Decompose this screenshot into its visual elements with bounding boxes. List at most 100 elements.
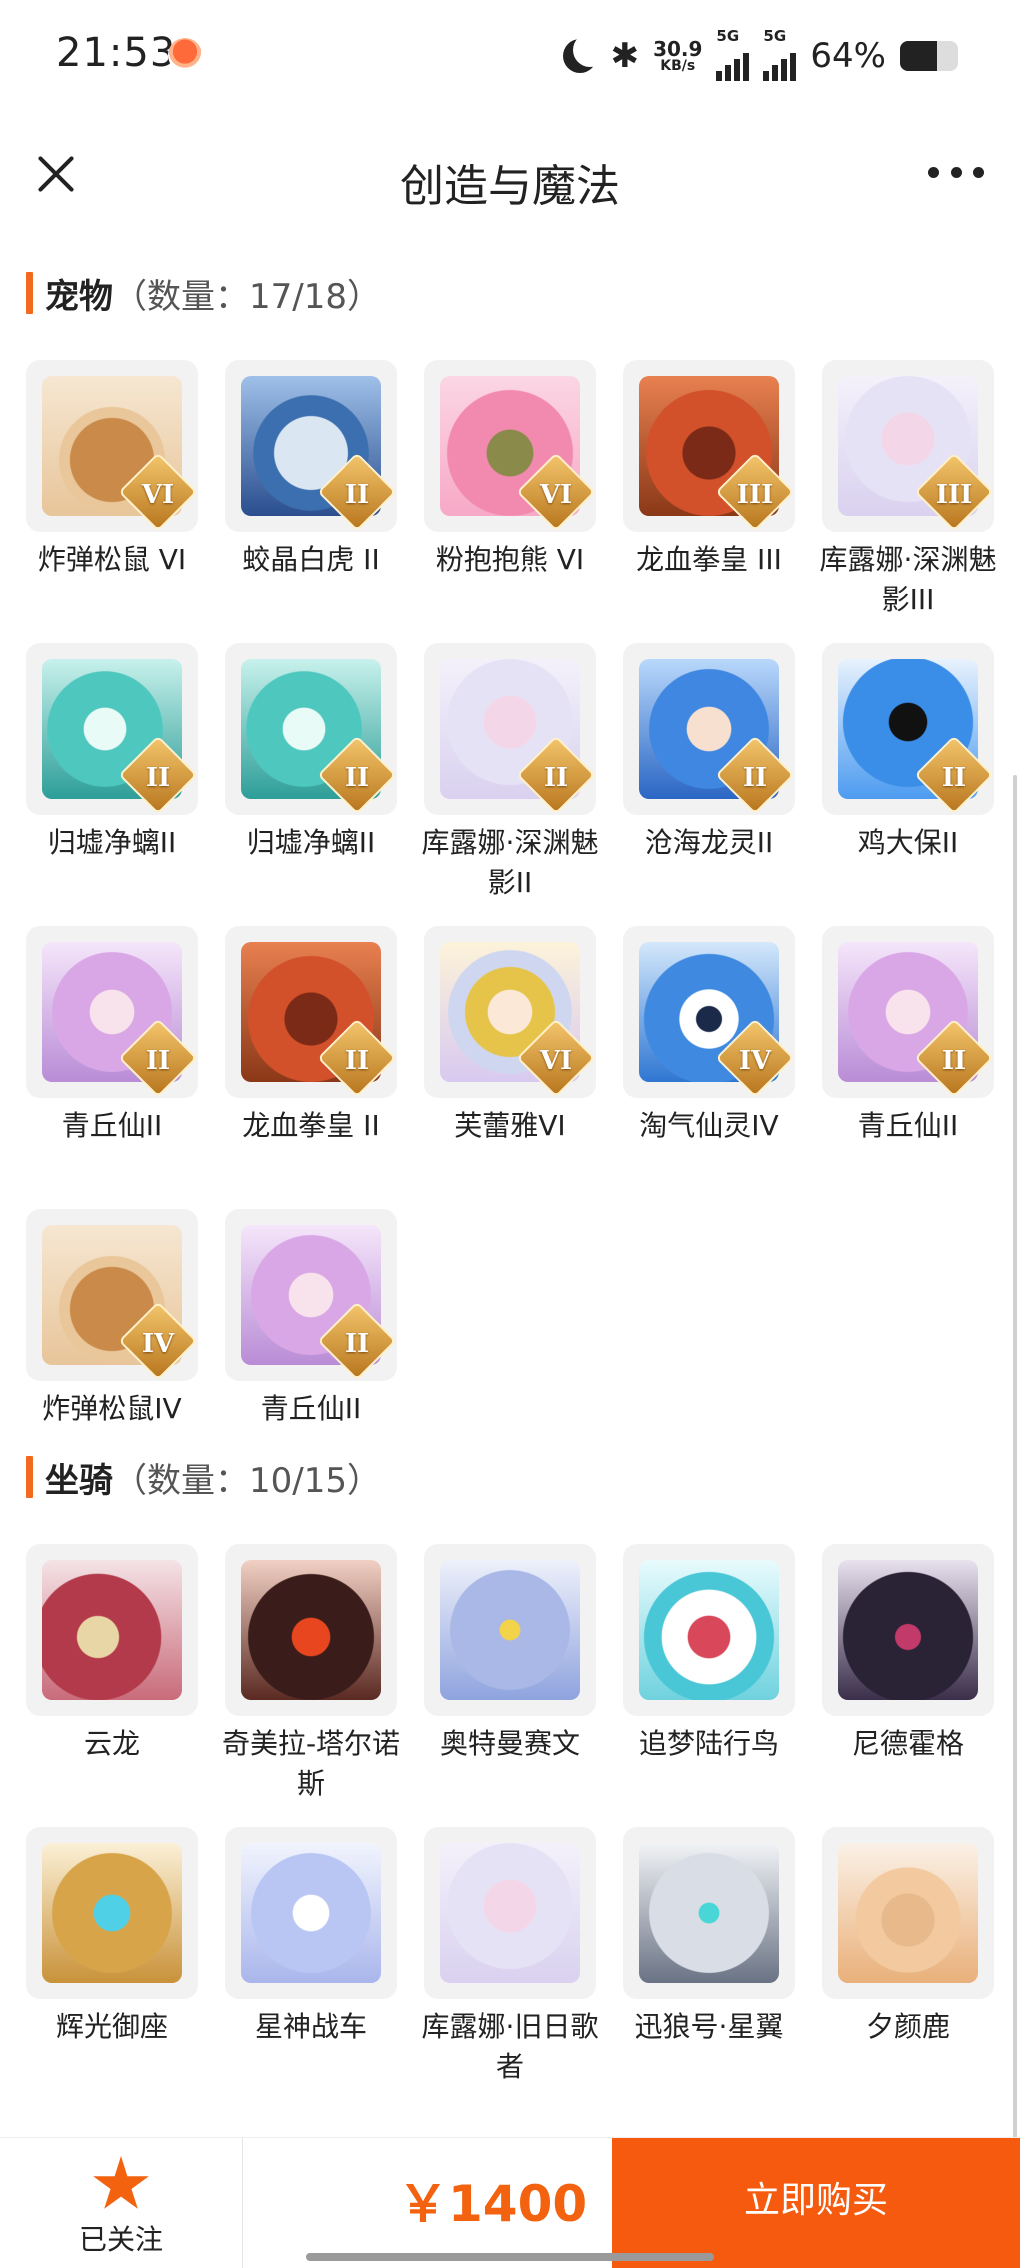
- pet-card[interactable]: VI 粉抱抱熊 VI: [424, 360, 596, 580]
- mount-thumbnail: [822, 1544, 994, 1716]
- mount-card[interactable]: 迅狼号·星翼: [623, 1827, 795, 2047]
- pet-name: 青丘仙II: [61, 1109, 163, 1142]
- mount-card[interactable]: 星神战车: [225, 1827, 397, 2047]
- pet-thumbnail: II: [225, 360, 397, 532]
- price: ￥1400: [398, 2175, 588, 2233]
- pet-card[interactable]: IV 炸弹松鼠IV: [26, 1209, 198, 1429]
- more-icon[interactable]: [928, 162, 984, 182]
- mount-card[interactable]: 夕颜鹿: [822, 1827, 994, 2047]
- pet-name: 炸弹松鼠 VI: [37, 543, 187, 576]
- pet-card[interactable]: II 蛟晶白虎 II: [225, 360, 397, 580]
- pet-card[interactable]: II 鸡大保II: [822, 643, 994, 863]
- pet-thumbnail: II: [26, 643, 198, 815]
- pet-name: 库露娜·深渊魅影II: [421, 826, 599, 899]
- pet-thumbnail: II: [822, 926, 994, 1098]
- tier-badge-text: IV: [141, 1329, 175, 1359]
- mount-card[interactable]: 追梦陆行鸟: [623, 1544, 795, 1764]
- buy-now-button[interactable]: 立即购买: [612, 2138, 1020, 2268]
- section-count: （数量：17/18）: [113, 276, 381, 317]
- mount-thumbnail: [424, 1827, 596, 1999]
- tier-badge-text: II: [344, 1046, 370, 1076]
- pet-card[interactable]: II 青丘仙II: [225, 1209, 397, 1429]
- mount-image: [838, 1843, 978, 1983]
- pet-name: 库露娜·深渊魅影III: [819, 543, 997, 616]
- tier-badge-text: II: [941, 763, 967, 793]
- section-title: 宠物: [45, 276, 113, 317]
- mount-card[interactable]: 库露娜·旧日歌者: [422, 1827, 598, 2087]
- star-icon: [93, 2156, 149, 2209]
- pet-thumbnail: II: [225, 1209, 397, 1381]
- pet-thumbnail: II: [26, 926, 198, 1098]
- tier-badge-text: II: [344, 1329, 370, 1359]
- mount-card[interactable]: 尼德霍格: [822, 1544, 994, 1764]
- pet-thumbnail: II: [225, 643, 397, 815]
- pet-card[interactable]: VI 炸弹松鼠 VI: [26, 360, 198, 580]
- pet-name: 龙血拳皇 II: [242, 1109, 380, 1142]
- pet-thumbnail: IV: [623, 926, 795, 1098]
- status-bar: 21:53 ✱ 30.9 KB/s 5G 5G 64%: [0, 0, 1020, 110]
- tier-badge-text: VI: [141, 480, 175, 510]
- scrollbar[interactable]: [1013, 775, 1017, 2225]
- mount-card[interactable]: 云龙: [26, 1544, 198, 1764]
- mount-name: 星神战车: [254, 2010, 367, 2043]
- bottom-action-bar: 已关注 ￥1400 立即购买: [0, 2137, 1020, 2268]
- pet-card[interactable]: II 龙血拳皇 II: [225, 926, 397, 1146]
- mount-thumbnail: [225, 1544, 397, 1716]
- mount-thumbnail: [623, 1827, 795, 1999]
- pet-name: 归墟净螭II: [246, 826, 376, 859]
- mount-name: 夕颜鹿: [865, 2010, 950, 2043]
- pet-thumbnail: VI: [26, 360, 198, 532]
- mount-card[interactable]: 奇美拉-塔尔诺斯: [222, 1544, 400, 1804]
- mount-name: 追梦陆行鸟: [638, 1727, 779, 1760]
- pet-card[interactable]: II 归墟净螭II: [225, 643, 397, 863]
- mount-thumbnail: [26, 1827, 198, 1999]
- pet-name: 芙蕾雅VI: [454, 1109, 566, 1142]
- pet-card[interactable]: III 库露娜·深渊魅影III: [820, 360, 996, 620]
- section-accent-bar: [26, 272, 33, 314]
- mount-name: 奥特曼赛文: [439, 1727, 580, 1760]
- network-speed-value: 30.9: [653, 37, 703, 61]
- pet-name: 沧海龙灵II: [644, 826, 774, 859]
- signal-icon: 5G: [716, 27, 750, 81]
- mount-name: 迅狼号·星翼: [634, 2010, 784, 2043]
- pet-card[interactable]: II 青丘仙II: [822, 926, 994, 1146]
- section-title: 坐骑: [45, 1460, 113, 1501]
- mount-card[interactable]: 奥特曼赛文: [424, 1544, 596, 1764]
- tier-badge-text: III: [935, 480, 973, 510]
- pet-thumbnail: II: [225, 926, 397, 1098]
- mount-image: [440, 1560, 580, 1700]
- pet-card[interactable]: IV 淘气仙灵IV: [623, 926, 795, 1146]
- sim2-label: 5G: [763, 27, 787, 45]
- tier-badge-text: II: [742, 763, 768, 793]
- pet-card[interactable]: III 龙血拳皇 III: [623, 360, 795, 580]
- pet-thumbnail: VI: [424, 926, 596, 1098]
- mount-image: [241, 1843, 381, 1983]
- follow-label: 已关注: [78, 2223, 163, 2256]
- pet-card[interactable]: II 青丘仙II: [26, 926, 198, 1146]
- mount-name: 库露娜·旧日歌者: [421, 2010, 599, 2083]
- pet-card[interactable]: II 归墟净螭II: [26, 643, 198, 863]
- pet-card[interactable]: II 沧海龙灵II: [623, 643, 795, 863]
- follow-button[interactable]: 已关注: [0, 2138, 243, 2268]
- section-header: 宠物 （数量：17/18）: [26, 268, 381, 318]
- mount-image: [639, 1843, 779, 1983]
- pet-name: 青丘仙II: [260, 1392, 362, 1425]
- pet-name: 青丘仙II: [857, 1109, 959, 1142]
- mount-card[interactable]: 辉光御座: [26, 1827, 198, 2047]
- mount-thumbnail: [225, 1827, 397, 1999]
- pet-card[interactable]: VI 芙蕾雅VI: [424, 926, 596, 1146]
- tier-badge-text: VI: [539, 1046, 573, 1076]
- section-count: （数量：10/15）: [113, 1460, 381, 1501]
- nav-bar: 创造与魔法: [0, 110, 1020, 230]
- pet-name: 炸弹松鼠IV: [42, 1392, 182, 1425]
- home-indicator[interactable]: [306, 2253, 714, 2261]
- pet-thumbnail: III: [623, 360, 795, 532]
- tier-badge-text: II: [543, 763, 569, 793]
- pet-card[interactable]: II 库露娜·深渊魅影II: [422, 643, 598, 903]
- bluetooth-icon: ✱: [610, 36, 640, 76]
- mount-image: [838, 1560, 978, 1700]
- mount-image: [42, 1843, 182, 1983]
- page-title: 创造与魔法: [400, 161, 620, 212]
- signal-icon: 5G: [763, 27, 797, 81]
- pet-thumbnail: II: [822, 643, 994, 815]
